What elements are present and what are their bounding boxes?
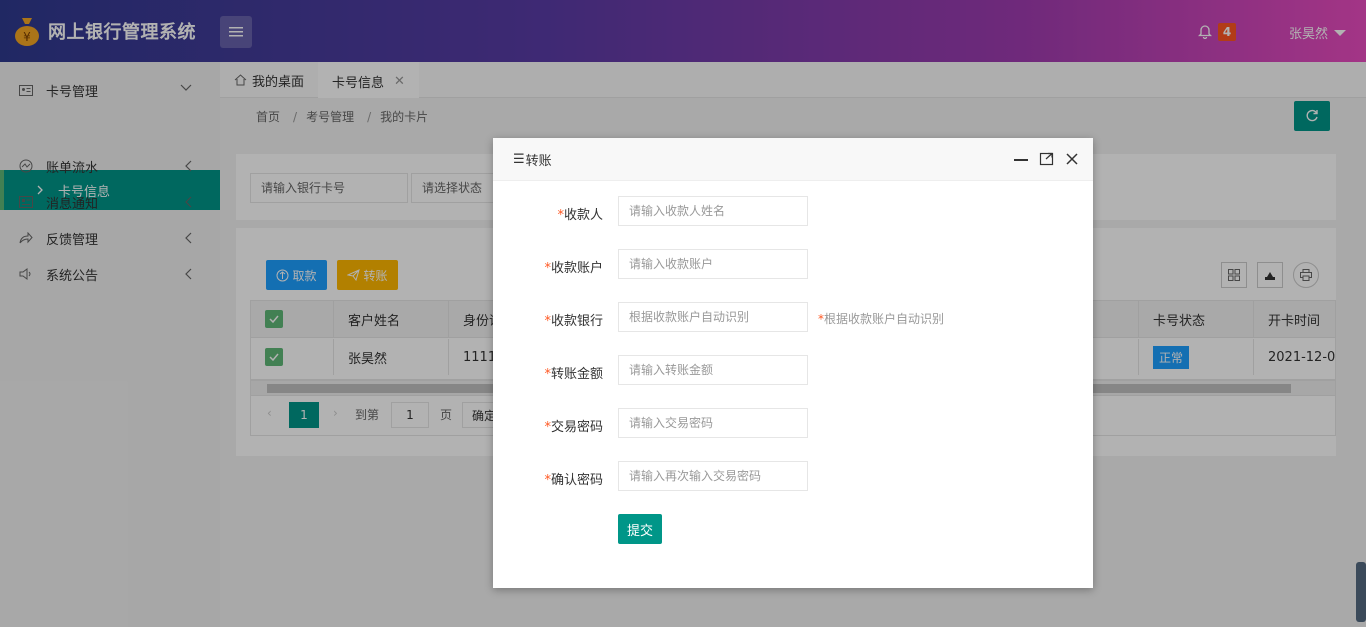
payee-account-input[interactable]: 请输入收款账户 xyxy=(618,249,808,279)
minimize-icon[interactable] xyxy=(1013,152,1029,166)
field-payee: *收款人 请输入收款人姓名 xyxy=(493,196,1093,228)
side-widget[interactable] xyxy=(1356,562,1366,622)
confirm-password-input[interactable]: 请输入再次输入交易密码 xyxy=(618,461,808,491)
payee-bank-hint: *根据收款账户自动识别 xyxy=(818,312,945,326)
transfer-modal: ☰ 转账 *收款人 请输入收款人姓名 *收款账户 请输入收款账户 *收款银行 根… xyxy=(493,138,1093,588)
field-confirm-password: *确认密码 请输入再次输入交易密码 xyxy=(493,461,1093,493)
amount-input[interactable]: 请输入转账金额 xyxy=(618,355,808,385)
payee-input[interactable]: 请输入收款人姓名 xyxy=(618,196,808,226)
submit-button[interactable]: 提交 xyxy=(618,514,662,544)
field-password: *交易密码 请输入交易密码 xyxy=(493,408,1093,440)
field-payee-account: *收款账户 请输入收款账户 xyxy=(493,249,1093,281)
modal-title-icon: ☰ xyxy=(513,151,525,167)
password-input[interactable]: 请输入交易密码 xyxy=(618,408,808,438)
modal-title: 转账 xyxy=(525,153,552,169)
maximize-icon[interactable] xyxy=(1039,152,1055,166)
field-payee-bank: *收款银行 根据收款账户自动识别 *根据收款账户自动识别 xyxy=(493,302,1093,334)
close-icon[interactable] xyxy=(1065,152,1079,166)
payee-bank-input[interactable]: 根据收款账户自动识别 xyxy=(618,302,808,332)
modal-header: ☰ 转账 xyxy=(493,138,1093,181)
field-amount: *转账金额 请输入转账金额 xyxy=(493,355,1093,387)
